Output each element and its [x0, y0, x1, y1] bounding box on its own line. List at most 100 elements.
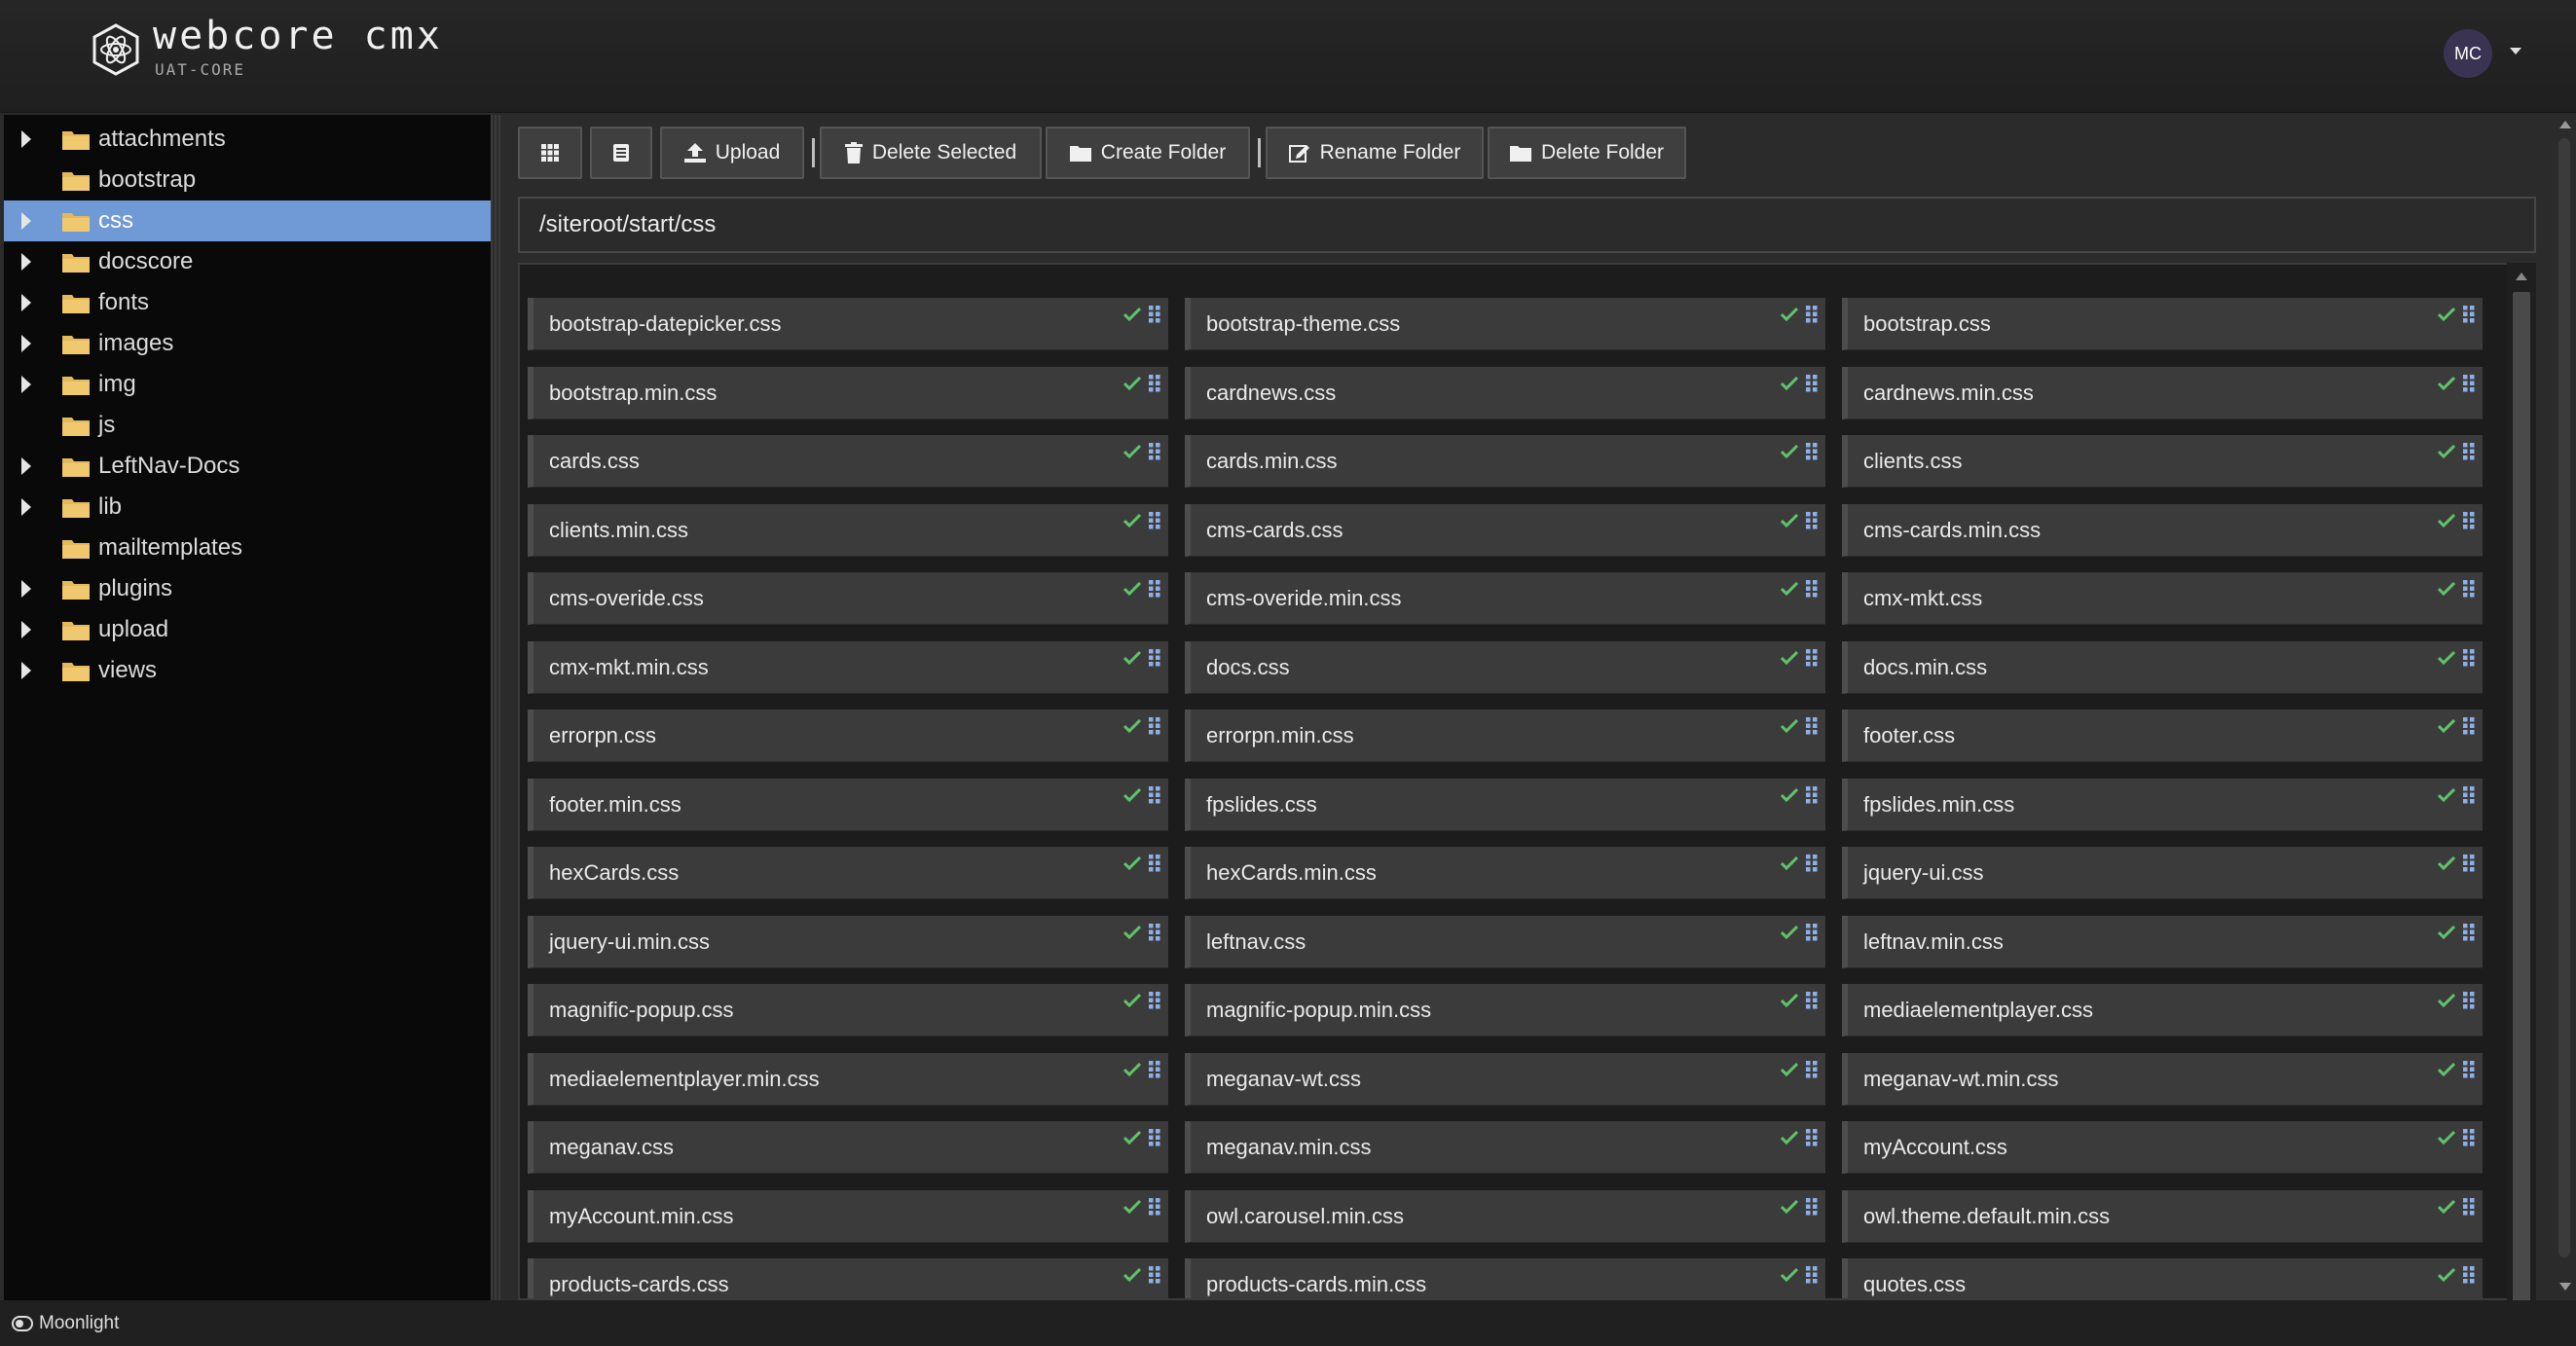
check-icon[interactable]	[2438, 650, 2455, 665]
page-scroll-thumb[interactable]	[2558, 138, 2570, 1257]
expand-caret-icon[interactable]	[21, 621, 31, 638]
user-menu-caret-icon[interactable]	[2510, 48, 2521, 55]
file-card[interactable]: cardnews.min.css	[1842, 366, 2483, 419]
scroll-up-arrow-icon[interactable]	[2516, 273, 2527, 280]
check-icon[interactable]	[2438, 582, 2455, 596]
drag-handle-icon[interactable]	[1149, 1266, 1160, 1284]
file-card[interactable]: docs.css	[1185, 640, 1825, 694]
check-icon[interactable]	[1781, 994, 1798, 1007]
check-icon[interactable]	[1781, 1131, 1798, 1145]
tree-item[interactable]: bootstrap	[4, 160, 491, 200]
tree-item[interactable]: css	[4, 200, 491, 241]
drag-handle-icon[interactable]	[2463, 717, 2475, 735]
drag-handle-icon[interactable]	[1806, 855, 1818, 872]
check-icon[interactable]	[1781, 308, 1798, 321]
drag-handle-icon[interactable]	[2463, 1197, 2475, 1216]
check-icon[interactable]	[1781, 445, 1798, 458]
drag-handle-icon[interactable]	[2463, 511, 2475, 529]
file-card[interactable]: cms-overide.css	[528, 572, 1168, 625]
tree-item[interactable]: img	[4, 364, 491, 405]
tree-item[interactable]: attachments	[4, 119, 491, 160]
check-icon[interactable]	[2438, 376, 2455, 390]
drag-handle-icon[interactable]	[2463, 855, 2475, 872]
drag-handle-icon[interactable]	[1806, 717, 1818, 735]
drag-handle-icon[interactable]	[1149, 306, 1160, 323]
drag-handle-icon[interactable]	[2463, 580, 2475, 598]
delete-selected-button[interactable]: Delete Selected	[820, 127, 1042, 179]
tree-item[interactable]: LeftNav-Docs	[4, 446, 491, 487]
file-card[interactable]: leftnav.css	[1185, 915, 1825, 968]
check-icon[interactable]	[2438, 856, 2455, 870]
drag-handle-icon[interactable]	[1806, 580, 1818, 598]
file-card[interactable]: owl.carousel.min.css	[1185, 1189, 1825, 1243]
file-card[interactable]: bootstrap-datepicker.css	[528, 298, 1168, 350]
drag-handle-icon[interactable]	[1806, 1197, 1818, 1216]
expand-caret-icon[interactable]	[21, 662, 31, 679]
check-icon[interactable]	[1781, 787, 1798, 802]
drag-handle-icon[interactable]	[1806, 1129, 1818, 1146]
pane-splitter[interactable]	[491, 115, 502, 1300]
check-icon[interactable]	[2438, 1199, 2455, 1214]
file-card[interactable]: clients.min.css	[528, 503, 1168, 557]
drag-handle-icon[interactable]	[1149, 580, 1160, 598]
drag-handle-icon[interactable]	[1806, 923, 1818, 941]
file-card[interactable]: bootstrap.min.css	[528, 366, 1168, 419]
file-card[interactable]: owl.theme.default.min.css	[1842, 1189, 2483, 1243]
drag-handle-icon[interactable]	[1149, 443, 1160, 460]
drag-handle-icon[interactable]	[1806, 306, 1818, 323]
drag-handle-icon[interactable]	[2463, 1266, 2475, 1284]
check-icon[interactable]	[1123, 1062, 1141, 1076]
file-card[interactable]: cms-overide.min.css	[1185, 572, 1825, 625]
drag-handle-icon[interactable]	[2463, 992, 2475, 1009]
check-icon[interactable]	[2438, 994, 2455, 1007]
file-card[interactable]: fpslides.css	[1185, 778, 1825, 831]
file-card[interactable]: hexCards.css	[528, 847, 1168, 899]
file-card[interactable]: jquery-ui.min.css	[528, 915, 1168, 968]
drag-handle-icon[interactable]	[1149, 992, 1160, 1009]
tree-item[interactable]: fonts	[4, 282, 491, 323]
drag-handle-icon[interactable]	[1149, 785, 1160, 804]
check-icon[interactable]	[1781, 650, 1798, 665]
drag-handle-icon[interactable]	[1149, 1197, 1160, 1216]
tree-item[interactable]: images	[4, 323, 491, 364]
file-card[interactable]: bootstrap.css	[1842, 298, 2483, 350]
page-scroll-down-icon[interactable]	[2559, 1283, 2571, 1291]
check-icon[interactable]	[1123, 1131, 1141, 1145]
check-icon[interactable]	[1123, 719, 1141, 733]
file-card[interactable]: magnific-popup.min.css	[1185, 984, 1825, 1037]
check-icon[interactable]	[1781, 513, 1798, 527]
check-icon[interactable]	[1781, 1268, 1798, 1282]
drag-handle-icon[interactable]	[2463, 923, 2475, 941]
check-icon[interactable]	[1123, 650, 1141, 665]
check-icon[interactable]	[1123, 582, 1141, 596]
file-card[interactable]: fpslides.min.css	[1842, 778, 2483, 831]
delete-folder-button[interactable]: Delete Folder	[1488, 127, 1686, 179]
file-card[interactable]: mediaelementplayer.css	[1842, 984, 2483, 1037]
check-icon[interactable]	[1123, 925, 1141, 939]
check-icon[interactable]	[1781, 856, 1798, 870]
drag-handle-icon[interactable]	[1806, 1266, 1818, 1284]
file-card[interactable]: myAccount.min.css	[528, 1189, 1168, 1243]
user-avatar[interactable]: MC	[2444, 29, 2492, 78]
atom-logo-icon[interactable]	[90, 23, 142, 76]
check-icon[interactable]	[1781, 582, 1798, 596]
file-card[interactable]: cards.min.css	[1185, 435, 1825, 488]
page-scroll-up-icon[interactable]	[2559, 121, 2571, 128]
file-card[interactable]: cmx-mkt.css	[1842, 572, 2483, 625]
file-grid-scrollbar[interactable]	[2507, 263, 2536, 1324]
tree-item[interactable]: plugins	[4, 568, 491, 609]
check-icon[interactable]	[1123, 787, 1141, 802]
file-card[interactable]: jquery-ui.css	[1842, 847, 2483, 899]
check-icon[interactable]	[1781, 1062, 1798, 1076]
check-icon[interactable]	[2438, 308, 2455, 321]
tree-item[interactable]: views	[4, 650, 491, 691]
expand-caret-icon[interactable]	[21, 457, 31, 475]
check-icon[interactable]	[2438, 1062, 2455, 1076]
drag-handle-icon[interactable]	[1806, 992, 1818, 1009]
expand-caret-icon[interactable]	[21, 498, 31, 516]
file-card[interactable]: cmx-mkt.min.css	[528, 640, 1168, 694]
file-card[interactable]: meganav-wt.min.css	[1842, 1052, 2483, 1106]
tree-item[interactable]: lib	[4, 487, 491, 527]
drag-handle-icon[interactable]	[2463, 785, 2475, 804]
file-card[interactable]: cms-cards.min.css	[1842, 503, 2483, 557]
